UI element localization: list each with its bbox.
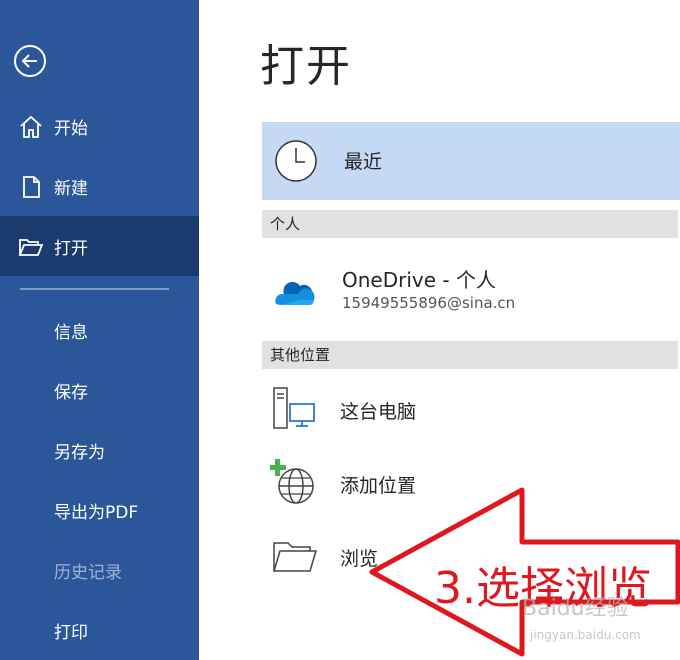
- nav-label-history: 历史记录: [54, 562, 122, 583]
- page-title: 打开: [260, 41, 352, 92]
- nav-label-home: 开始: [54, 118, 88, 139]
- backstage-sidebar: 开始 新建 打开 信息 保存 另存为 导出为PDF 历史记录 打印: [0, 0, 199, 660]
- add-location-globe-icon: [270, 459, 314, 504]
- nav-label-print: 打印: [54, 622, 88, 643]
- nav-item-print[interactable]: 打印: [0, 600, 199, 660]
- nav-label-open: 打开: [54, 238, 88, 259]
- back-arrow-icon: [21, 54, 37, 68]
- section-header-personal: 个人: [262, 210, 678, 238]
- new-document-icon: [23, 176, 40, 198]
- computer-icon: [273, 387, 315, 429]
- back-button[interactable]: [14, 45, 46, 77]
- nav-label-save-as: 另存为: [54, 442, 105, 463]
- nav-label-new: 新建: [54, 178, 88, 199]
- nav-item-history: 历史记录: [0, 540, 199, 600]
- nav-item-open[interactable]: 打开: [0, 216, 199, 276]
- nav-label-save: 保存: [54, 382, 88, 403]
- section-header-other-locations: 其他位置: [262, 341, 678, 369]
- place-this-pc[interactable]: 这台电脑: [262, 378, 680, 442]
- onedrive-location[interactable]: OneDrive - 个人 15949555896@sina.cn: [262, 258, 680, 328]
- nav-item-home[interactable]: 开始: [0, 96, 199, 156]
- watermark-logo: Baidu经验: [522, 596, 629, 621]
- nav-item-export-pdf[interactable]: 导出为PDF: [0, 480, 199, 540]
- nav-item-save-as[interactable]: 另存为: [0, 420, 199, 480]
- nav-item-info[interactable]: 信息: [0, 300, 199, 360]
- nav-label-info: 信息: [54, 322, 88, 343]
- open-folder-icon: [18, 239, 44, 256]
- place-label-this-pc: 这台电脑: [340, 401, 417, 423]
- onedrive-name: OneDrive - 个人: [342, 268, 496, 292]
- nav-item-save[interactable]: 保存: [0, 360, 199, 420]
- watermark-url: jingyan.baidu.com: [530, 628, 641, 642]
- nav-label-export-pdf: 导出为PDF: [54, 502, 139, 523]
- home-icon: [20, 115, 42, 138]
- onedrive-cloud-icon: [275, 281, 315, 305]
- recent-location[interactable]: 最近: [262, 122, 680, 200]
- onedrive-email: 15949555896@sina.cn: [342, 294, 516, 312]
- clock-icon: [275, 140, 317, 182]
- sidebar-divider: [20, 288, 169, 290]
- recent-label: 最近: [344, 151, 383, 173]
- folder-icon: [272, 542, 318, 572]
- nav-item-new[interactable]: 新建: [0, 156, 199, 216]
